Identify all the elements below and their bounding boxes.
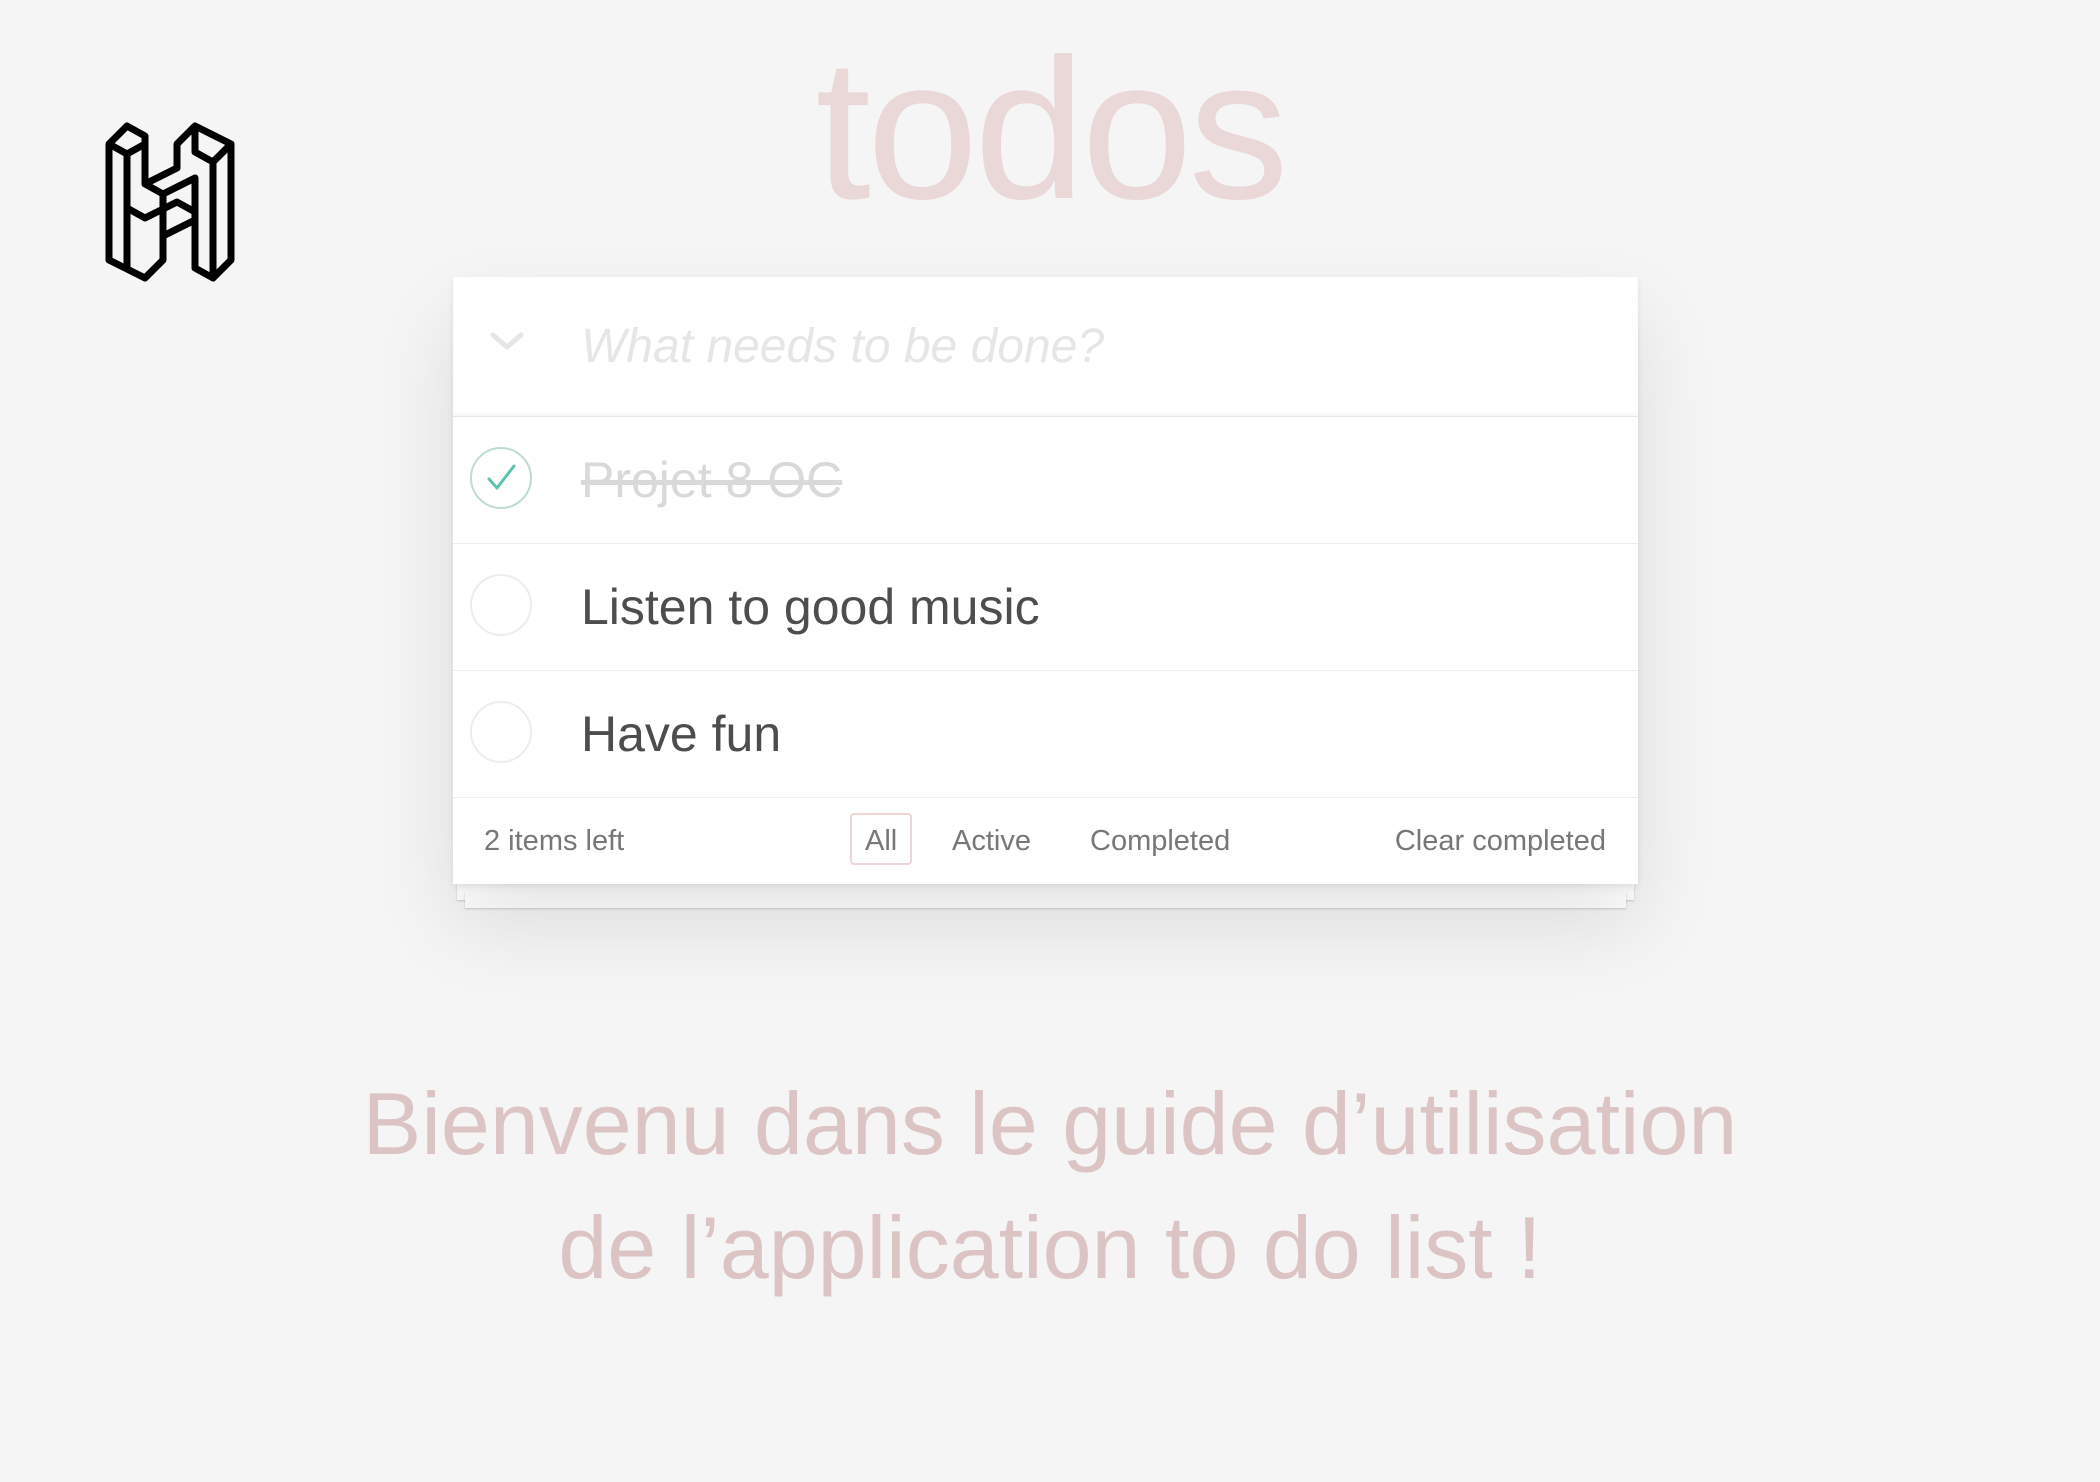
welcome-line-2: de l’application to do list !: [558, 1198, 1542, 1297]
welcome-message: Bienvenu dans le guide d’utilisation de …: [0, 1062, 2100, 1310]
todo-app-panel: Projet 8 OC Listen to good music Have fu…: [453, 277, 1638, 884]
welcome-line-1: Bienvenu dans le guide d’utilisation: [362, 1074, 1738, 1173]
filter-all[interactable]: All: [850, 813, 913, 865]
todo-item: Projet 8 OC: [453, 417, 1638, 544]
clear-completed-button[interactable]: Clear completed: [1395, 825, 1606, 858]
app-title: todos: [815, 18, 1288, 241]
new-todo-input[interactable]: [579, 305, 1583, 387]
items-left-count: 2 items left: [484, 825, 625, 857]
filter-active[interactable]: Active: [937, 813, 1046, 865]
todo-footer: 2 items left All Active Completed Clear …: [453, 798, 1638, 884]
checkmark-icon: [487, 464, 516, 490]
new-todo-row: [453, 277, 1638, 417]
toggle-all-button[interactable]: [487, 323, 527, 363]
todo-label[interactable]: Projet 8 OC: [581, 451, 842, 509]
todo-item: Have fun: [453, 671, 1638, 798]
todo-item: Listen to good music: [453, 544, 1638, 671]
todo-label[interactable]: Have fun: [581, 705, 781, 763]
todo-toggle-checkbox[interactable]: [470, 447, 532, 509]
chevron-down-icon: [490, 332, 524, 350]
stacked-sheet: [465, 892, 1626, 908]
todo-toggle-checkbox[interactable]: [470, 574, 532, 636]
filter-completed[interactable]: Completed: [1075, 813, 1245, 865]
todo-toggle-checkbox[interactable]: [470, 701, 532, 763]
todo-label[interactable]: Listen to good music: [581, 578, 1040, 636]
